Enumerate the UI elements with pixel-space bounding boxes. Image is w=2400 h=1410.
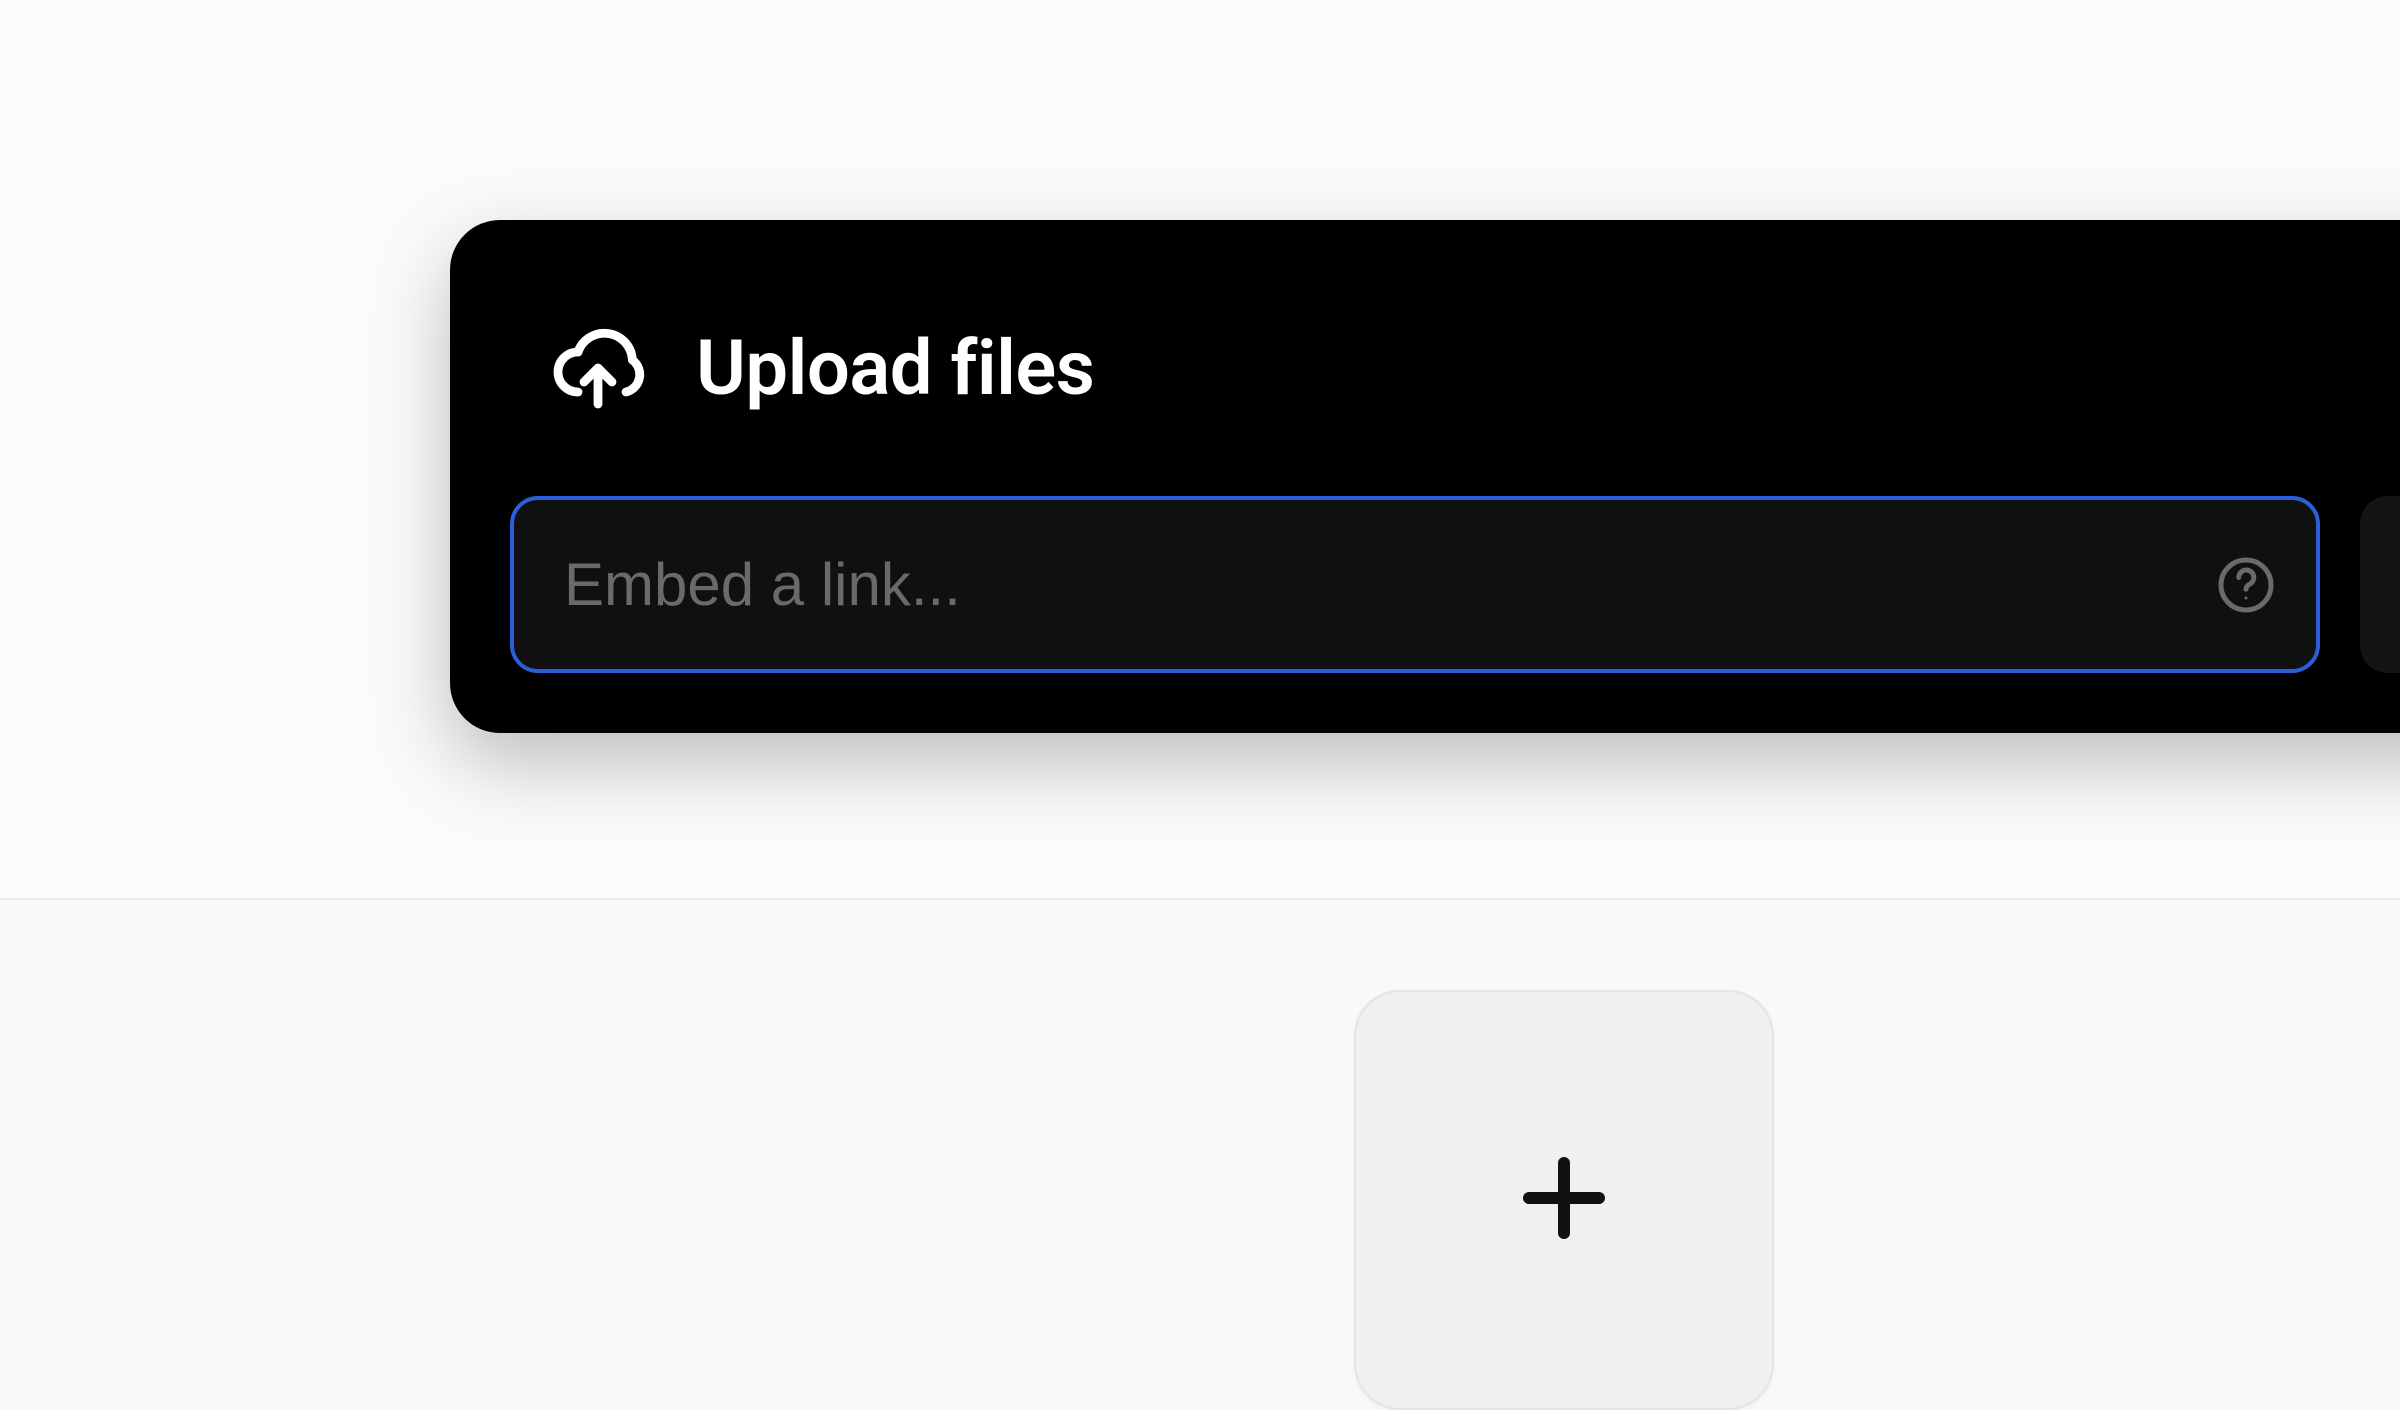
upload-input-row [510, 496, 2400, 673]
upload-title: Upload files [696, 323, 1094, 413]
panel-add-button[interactable] [2360, 496, 2400, 673]
plus-icon [1504, 1138, 1624, 1262]
embed-link-field[interactable] [510, 496, 2320, 673]
page-add-button[interactable] [1354, 990, 1774, 1410]
help-icon[interactable] [2216, 555, 2276, 615]
upload-header: Upload files [510, 280, 2400, 496]
cloud-upload-icon [550, 320, 646, 416]
upload-panel: Upload files [450, 220, 2400, 733]
embed-link-input[interactable] [564, 550, 2176, 619]
